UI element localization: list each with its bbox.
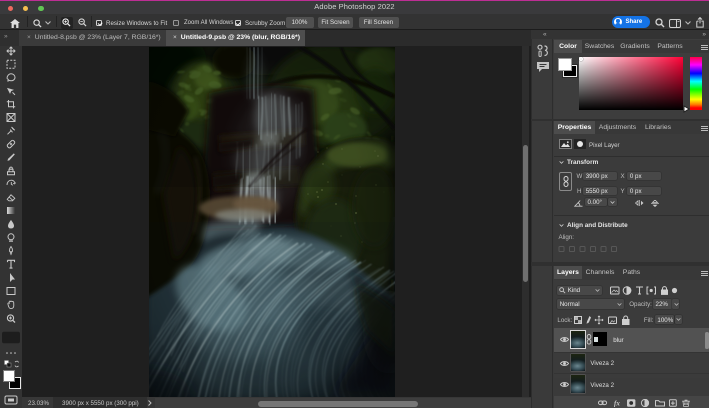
svg-text:fx: fx [614, 399, 620, 407]
